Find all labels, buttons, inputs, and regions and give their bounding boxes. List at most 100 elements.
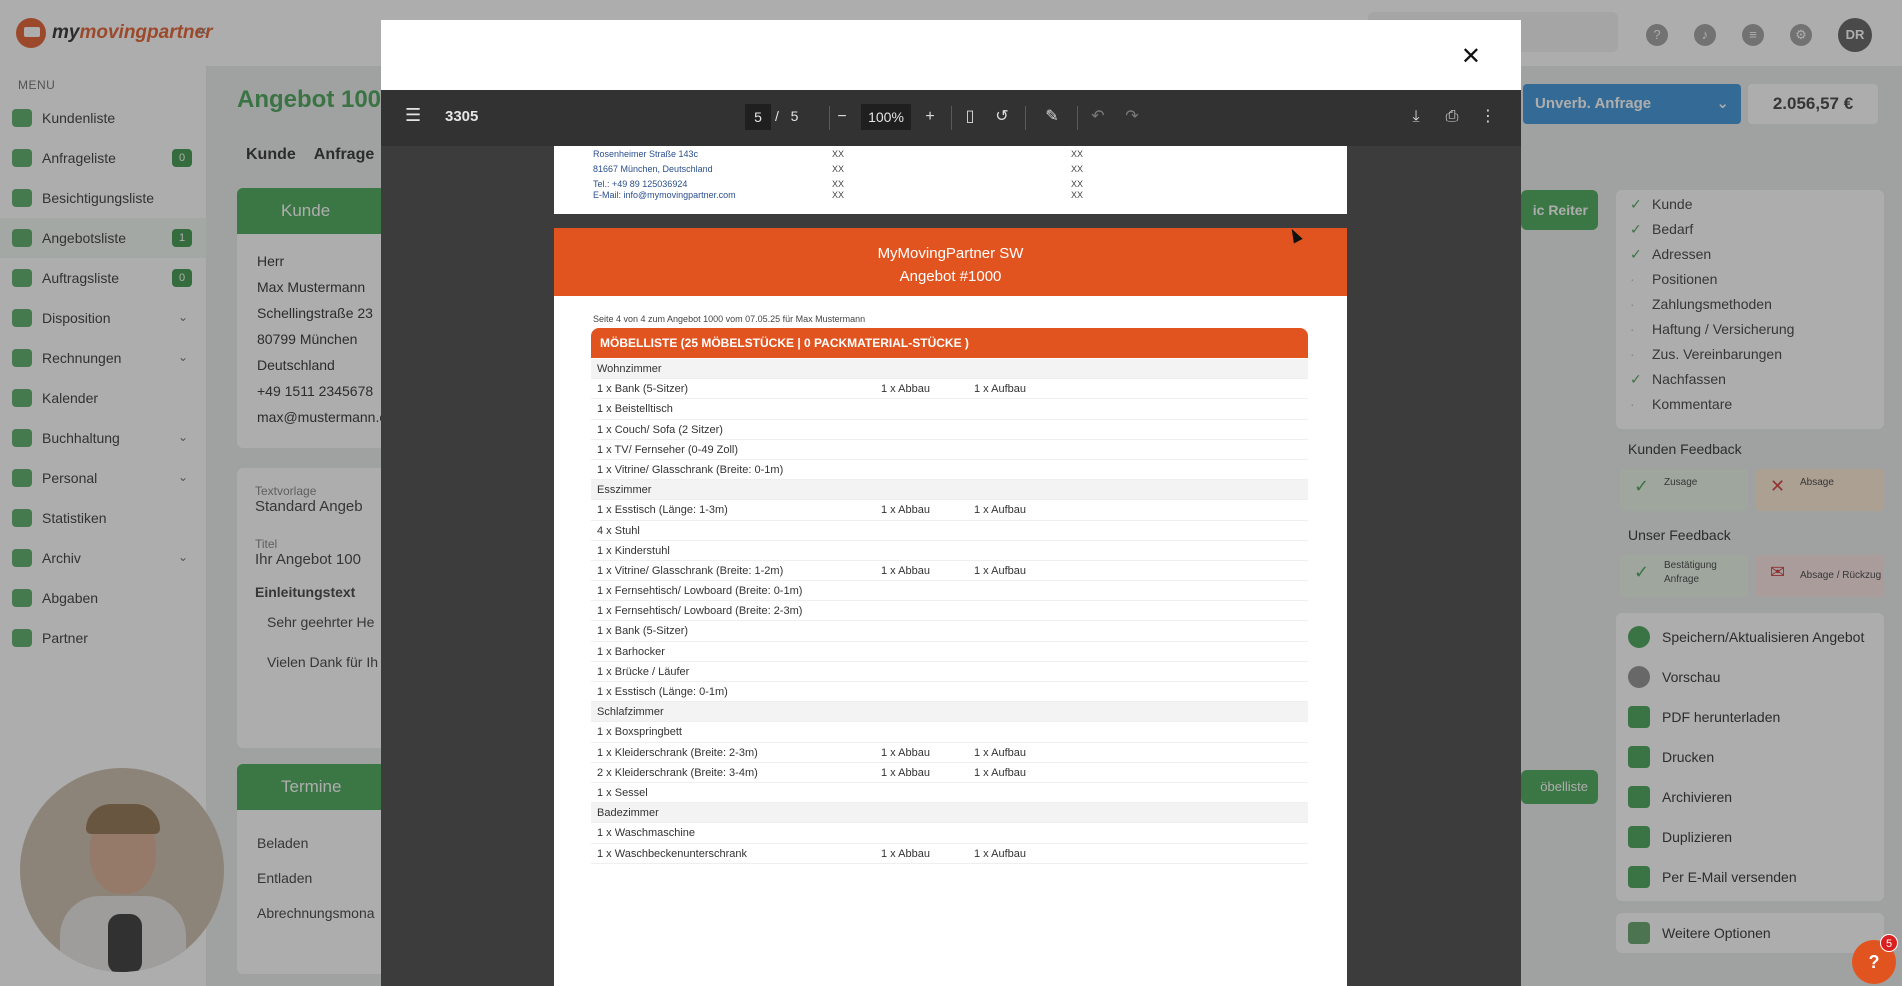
page-number-input[interactable]: 5 xyxy=(745,104,771,130)
furniture-row: 4 x Stuhl xyxy=(591,521,1308,541)
pdf-preview-modal: ✕ ☰ 3305 5 / 5 − 100% + ▯ ↺ ✎ ↶ ↷ ⤓ ⎙ ⋮ … xyxy=(381,20,1521,986)
furniture-item: 1 x Boxspringbett xyxy=(597,726,682,739)
furniture-item: 1 x Esstisch (Länge: 1-3m) xyxy=(597,504,728,517)
furniture-row: 1 x Boxspringbett xyxy=(591,722,1308,743)
furniture-item: 1 x Barhocker xyxy=(597,645,665,658)
furniture-row: 1 x Esstisch (Länge: 1-3m) 1 x Abbau 1 x A… xyxy=(591,500,1308,521)
furniture-item: 1 x Kleiderschrank (Breite: 2-3m) xyxy=(597,746,758,759)
abbau-cell: 1 x Abbau xyxy=(881,847,930,860)
abbau-cell: 1 x Abbau xyxy=(881,766,930,779)
abbau-cell: 1 x Abbau xyxy=(881,383,930,396)
room-header-row: Esszimmer xyxy=(591,480,1308,501)
download-icon[interactable]: ⤓ xyxy=(1405,106,1427,128)
furniture-row: 1 x Kleiderschrank (Breite: 2-3m) 1 x Abb… xyxy=(591,743,1308,763)
aufbau-cell: 1 x Aufbau xyxy=(974,504,1026,517)
zoom-out-icon[interactable]: − xyxy=(831,106,853,128)
toolbar-divider xyxy=(829,106,830,130)
notification-badge: 5 xyxy=(1880,934,1898,952)
furniture-row: 1 x TV/ Fernseher (0-49 Zoll) xyxy=(591,440,1308,460)
room-header-row: Schlafzimmer xyxy=(591,702,1308,723)
room-name: Wohnzimmer xyxy=(597,363,662,375)
pdf-page-previous: Rosenheimer Straße 143c XX XX 81667 Münc… xyxy=(554,146,1347,214)
furniture-row: 1 x Kinderstuhl xyxy=(591,541,1308,561)
furniture-item: 1 x Bank (5-Sitzer) xyxy=(597,625,689,638)
footer-line: Rosenheimer Straße 143c xyxy=(593,149,699,159)
footer-cell: XX xyxy=(1071,149,1084,159)
furniture-row: 1 x Fernsehtisch/ Lowboard (Breite: 2-3m… xyxy=(591,601,1308,622)
footer-line: 81667 München, Deutschland xyxy=(593,164,713,174)
footer-cell: XX xyxy=(1071,179,1084,189)
furniture-row: 2 x Kleiderschrank (Breite: 3-4m) 1 x Abb… xyxy=(591,763,1308,783)
close-icon[interactable]: ✕ xyxy=(1461,42,1481,71)
hamburger-menu-icon[interactable]: ☰ xyxy=(405,105,421,126)
furniture-item: 1 x Waschmaschine xyxy=(597,827,696,840)
furniture-item: 1 x Waschbeckenunterschrank xyxy=(597,847,747,860)
zoom-level-input[interactable]: 100% xyxy=(861,104,911,130)
room-name: Badezimmer xyxy=(597,807,659,820)
furniture-row: 1 x Fernsehtisch/ Lowboard (Breite: 0-1m… xyxy=(591,581,1308,602)
redo-icon[interactable]: ↷ xyxy=(1121,106,1143,128)
moebelliste-header: MÖBELLISTE (25 MÖBELSTÜCKE | 0 PACKMATER… xyxy=(591,328,1308,358)
page-separator: / xyxy=(775,108,779,124)
furniture-item: 1 x Kinderstuhl xyxy=(597,544,670,557)
abbau-cell: 1 x Abbau xyxy=(881,504,930,517)
pdf-viewer: ☰ 3305 5 / 5 − 100% + ▯ ↺ ✎ ↶ ↷ ⤓ ⎙ ⋮ Ro… xyxy=(381,90,1521,986)
aufbau-cell: 1 x Aufbau xyxy=(974,383,1026,396)
furniture-row: 1 x Brücke / Läufer xyxy=(591,662,1308,682)
footer-cell: XX xyxy=(832,149,845,159)
furniture-item: 1 x Sessel xyxy=(597,786,648,799)
more-vertical-icon[interactable]: ⋮ xyxy=(1477,106,1499,128)
annotate-icon[interactable]: ✎ xyxy=(1041,106,1063,128)
aufbau-cell: 1 x Aufbau xyxy=(974,847,1026,860)
footer-cell: XX xyxy=(1071,190,1084,200)
furniture-item: 1 x Brücke / Läufer xyxy=(597,665,690,678)
pdf-page-current: MyMovingPartner SW Angebot #1000 Seite 4… xyxy=(554,228,1347,986)
company-name: MyMovingPartner SW xyxy=(877,245,1024,262)
abbau-cell: 1 x Abbau xyxy=(881,564,930,577)
furniture-row: 1 x Couch/ Sofa (2 Sitzer) xyxy=(591,420,1308,440)
toolbar-divider xyxy=(1077,106,1078,130)
fit-page-icon[interactable]: ▯ xyxy=(959,106,981,128)
page-subline: Seite 4 von 4 zum Angebot 1000 vom 07.05… xyxy=(593,314,866,324)
toolbar-divider xyxy=(1025,106,1026,130)
footer-cell: XX xyxy=(1071,164,1084,174)
furniture-row: 1 x Waschbeckenunterschrank 1 x Abbau 1 x … xyxy=(591,844,1308,864)
pdf-toolbar: ☰ 3305 5 / 5 − 100% + ▯ ↺ ✎ ↶ ↷ ⤓ ⎙ ⋮ xyxy=(381,90,1521,146)
furniture-item: 1 x TV/ Fernseher (0-49 Zoll) xyxy=(597,443,739,456)
footer-line: Tel.: +49 89 125036924 xyxy=(593,179,688,189)
furniture-item: 1 x Vitrine/ Glasschrank (Breite: 0-1m) xyxy=(597,463,784,476)
undo-icon[interactable]: ↶ xyxy=(1087,106,1109,128)
furniture-row: 1 x Beistelltisch xyxy=(591,399,1308,420)
furniture-row: 1 x Barhocker xyxy=(591,642,1308,662)
offer-number: Angebot #1000 xyxy=(899,268,1002,285)
furniture-row: 1 x Esstisch (Länge: 0-1m) xyxy=(591,682,1308,703)
page-header-band: MyMovingPartner SW Angebot #1000 xyxy=(554,228,1347,296)
furniture-row: 1 x Vitrine/ Glasschrank (Breite: 0-1m) xyxy=(591,460,1308,481)
page-count: / 5 xyxy=(775,108,798,124)
furniture-item: 1 x Fernsehtisch/ Lowboard (Breite: 2-3m… xyxy=(597,605,803,618)
moebelliste-table: Wohnzimmer 1 x Bank (5-Sitzer) 1 x Abbau 1 … xyxy=(591,359,1308,864)
zoom-in-icon[interactable]: + xyxy=(919,106,941,128)
pdf-document-title: 3305 xyxy=(445,108,479,125)
page-total: 5 xyxy=(790,108,799,124)
furniture-item: 1 x Couch/ Sofa (2 Sitzer) xyxy=(597,423,723,436)
furniture-item: 1 x Vitrine/ Glasschrank (Breite: 1-2m) xyxy=(597,564,784,577)
furniture-item: 1 x Fernsehtisch/ Lowboard (Breite: 0-1m… xyxy=(597,585,803,598)
footer-cell: XX xyxy=(832,190,845,200)
room-header-row: Wohnzimmer xyxy=(591,359,1308,380)
aufbau-cell: 1 x Aufbau xyxy=(974,746,1026,759)
room-name: Schlafzimmer xyxy=(597,706,664,719)
printer-icon[interactable]: ⎙ xyxy=(1441,106,1463,128)
furniture-row: 1 x Waschmaschine xyxy=(591,823,1308,844)
footer-cell: XX xyxy=(832,179,845,189)
furniture-item: 1 x Bank (5-Sitzer) xyxy=(597,383,689,396)
room-name: Esszimmer xyxy=(597,484,652,497)
furniture-item: 2 x Kleiderschrank (Breite: 3-4m) xyxy=(597,766,758,779)
toolbar-divider xyxy=(951,106,952,130)
aufbau-cell: 1 x Aufbau xyxy=(974,766,1026,779)
rotate-icon[interactable]: ↺ xyxy=(991,106,1013,128)
furniture-item: 4 x Stuhl xyxy=(597,524,640,537)
footer-cell: XX xyxy=(832,164,845,174)
furniture-row: 1 x Bank (5-Sitzer) 1 x Abbau 1 x Aufbau xyxy=(591,379,1308,400)
furniture-row: 1 x Sessel xyxy=(591,783,1308,804)
